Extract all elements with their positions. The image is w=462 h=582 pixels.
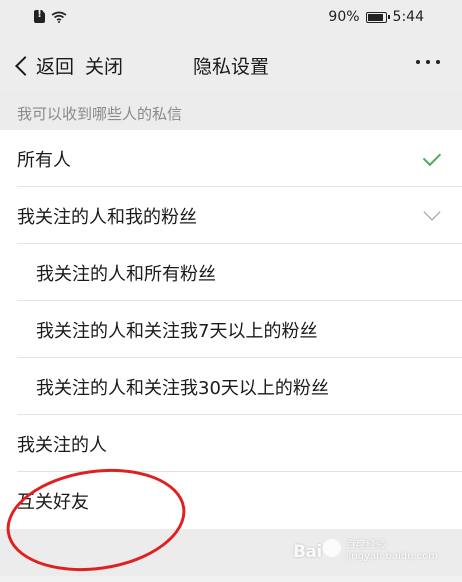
battery-icon: [365, 11, 390, 23]
battery-percent: 90%: [328, 9, 360, 25]
page-title: 隐私设置: [192, 56, 269, 78]
more-dot: [426, 60, 430, 64]
option-everyone[interactable]: 所有人: [0, 130, 462, 187]
paw-icon: [322, 539, 341, 557]
watermark-logo-suffix: 百度: [345, 539, 366, 551]
wifi-icon: [51, 11, 67, 23]
option-label: 我关注的人和关注我7天以上的粉丝: [36, 320, 318, 342]
privacy-option-list: 所有人 我关注的人和我的粉丝 我关注的人和所有粉丝 我关注的人和关注我7天以上的…: [0, 130, 462, 529]
battery-fill: [367, 13, 383, 21]
watermark-sub: 经验: [365, 539, 386, 551]
option-following-and-all-fans[interactable]: 我关注的人和所有粉丝: [0, 244, 462, 301]
status-time: 5:44: [392, 9, 424, 25]
baidu-jingyan-watermark: Bai 百度经验 jingyan.baidu.com: [293, 539, 438, 562]
option-label: 我关注的人: [17, 434, 107, 456]
sim-alert-icon: [34, 10, 45, 23]
more-dot: [436, 60, 440, 64]
more-button[interactable]: [416, 60, 440, 64]
option-following-only[interactable]: 我关注的人: [0, 415, 462, 472]
option-label: 我关注的人和所有粉丝: [36, 263, 216, 285]
status-bar: 90% 5:44: [0, 0, 462, 36]
watermark-logo: Bai: [293, 539, 342, 562]
check-icon: [422, 147, 442, 167]
option-following-and-fans[interactable]: 我关注的人和我的粉丝: [0, 187, 462, 244]
option-following-and-fans-7-days[interactable]: 我关注的人和关注我7天以上的粉丝: [0, 301, 462, 358]
chevron-down-icon: [423, 203, 441, 221]
option-label: 我关注的人和关注我30天以上的粉丝: [36, 377, 329, 399]
more-dot: [416, 60, 420, 64]
option-mutual-friends[interactable]: 互关好友: [0, 472, 462, 529]
watermark-text: 百度经验 jingyan.baidu.com: [346, 540, 438, 562]
option-following-and-fans-30-days[interactable]: 我关注的人和关注我30天以上的粉丝: [0, 358, 462, 415]
status-left: [34, 10, 67, 23]
status-right: 90% 5:44: [328, 9, 424, 25]
watermark-logo-prefix: Bai: [292, 542, 322, 562]
nav-header: 返回 关闭 隐私设置: [0, 36, 462, 92]
watermark-url: jingyan.baidu.com: [345, 550, 438, 562]
option-label: 互关好友: [17, 491, 89, 513]
option-label: 我关注的人和我的粉丝: [17, 206, 197, 228]
option-label: 所有人: [17, 149, 71, 171]
